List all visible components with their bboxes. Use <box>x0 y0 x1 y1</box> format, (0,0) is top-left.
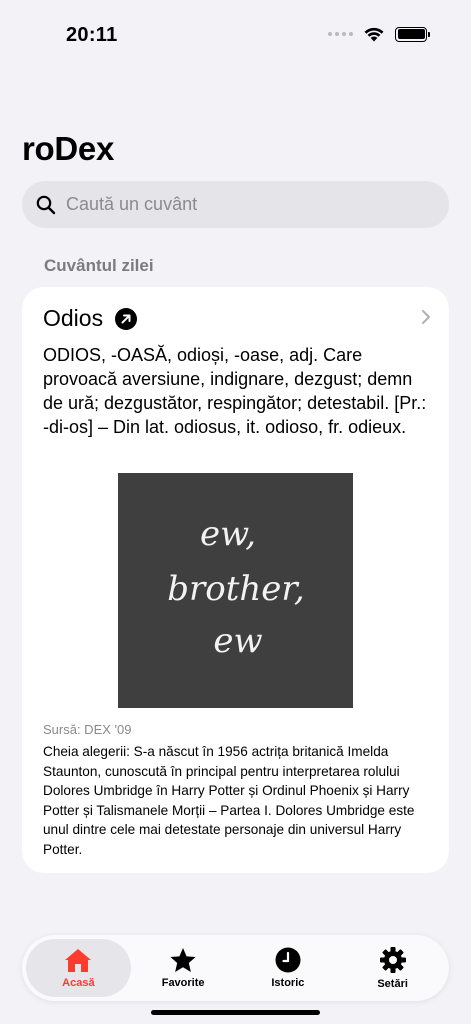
tab-history[interactable]: Istoric <box>236 939 341 997</box>
tab-settings-label: Setări <box>377 978 408 990</box>
wifi-icon <box>364 27 384 42</box>
tab-history-label: Istoric <box>271 977 305 989</box>
word-title: Odios <box>43 305 104 331</box>
word-image: ew, brother, ew <box>118 473 353 708</box>
clock-icon <box>275 947 301 973</box>
definition-source: Sursă: DEX '09 <box>43 722 132 737</box>
word-image-text-line3: ew <box>213 621 262 661</box>
choice-explanation: Cheia alegerii: S-a născut în 1956 actri… <box>43 744 415 857</box>
word-header: Odios <box>43 305 138 332</box>
search-icon <box>36 195 56 214</box>
word-image-text-line1: ew, <box>200 514 256 554</box>
search-bar[interactable] <box>22 181 449 228</box>
star-icon <box>170 948 196 972</box>
word-image-text-line2: brother, <box>167 569 305 609</box>
battery-icon <box>395 26 430 42</box>
word-of-day-card[interactable]: Odios ODIOS, -OASĂ, odioși, -oase, adj. … <box>22 287 449 873</box>
cellular-signal-icon <box>328 32 353 36</box>
tab-home[interactable]: Acasă <box>26 939 131 997</box>
home-indicator <box>151 1010 320 1015</box>
tab-home-label: Acasă <box>62 977 95 989</box>
search-input[interactable] <box>66 194 426 215</box>
status-time: 20:11 <box>66 24 118 46</box>
status-bar: 20:11 <box>0 0 471 70</box>
tab-bar: Acasă Favorite Istoric Setări <box>22 935 449 1001</box>
arrow-up-right-icon[interactable] <box>115 307 138 330</box>
house-icon <box>65 949 92 972</box>
gear-icon <box>379 947 406 973</box>
tab-favorites[interactable]: Favorite <box>131 939 236 997</box>
app-title: roDex <box>22 130 115 167</box>
word-definition: ODIOS, -OASĂ, odioși, -oase, adj. Care p… <box>43 345 427 437</box>
section-label-word-of-day: Cuvântul zilei <box>44 256 154 275</box>
status-icons <box>328 26 430 42</box>
tab-favorites-label: Favorite <box>161 977 205 989</box>
chevron-right-icon[interactable] <box>421 309 431 325</box>
tab-settings[interactable]: Setări <box>340 939 445 997</box>
